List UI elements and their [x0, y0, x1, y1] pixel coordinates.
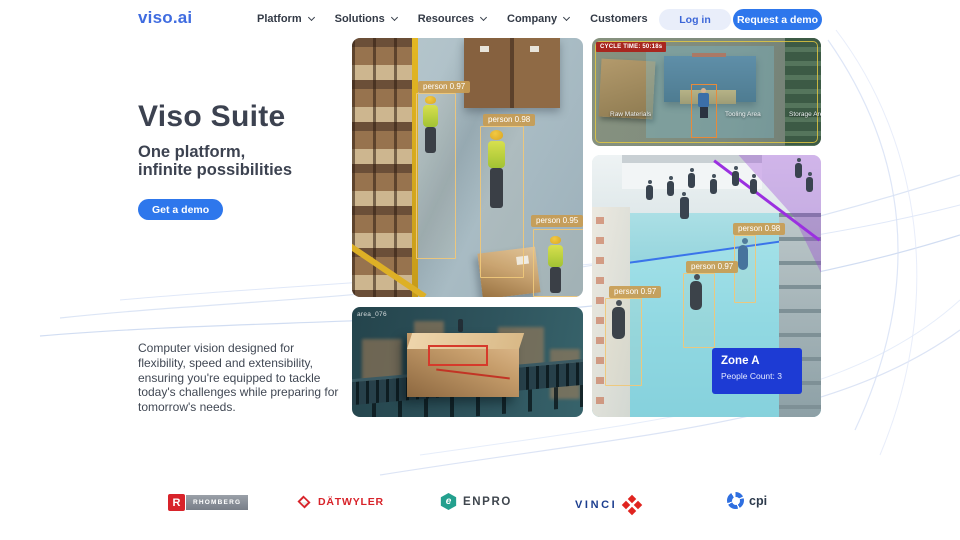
detection-label: person 0.95	[531, 215, 583, 227]
box-label	[530, 46, 539, 52]
zone-label: Raw Materials	[610, 111, 651, 118]
detection-label: person 0.98	[733, 223, 785, 235]
product-image-collage: person 0.97 person 0.98 person 0.95 area…	[352, 38, 822, 417]
storage-racks	[785, 38, 821, 146]
torso	[698, 93, 709, 107]
legs	[700, 107, 708, 118]
shopper-figure	[806, 177, 813, 192]
shopper-figure	[667, 181, 674, 196]
detection-bounding-box	[480, 126, 524, 278]
vinci-wordmark: VINCI	[575, 499, 617, 511]
worker-figure	[458, 319, 463, 332]
nav-item-solutions[interactable]: Solutions	[335, 13, 397, 25]
detection-bounding-box	[683, 273, 715, 348]
detection-label: person 0.97	[686, 261, 738, 273]
detection-bounding-box	[605, 298, 642, 386]
cpi-icon	[727, 492, 744, 509]
enpro-icon: e	[440, 493, 457, 510]
detection-bounding-box	[416, 93, 456, 259]
conveyor-inspection-image: area_076	[352, 307, 583, 417]
camera-id-label: area_076	[357, 311, 387, 318]
cpi-wordmark: cpi	[749, 494, 767, 508]
rhomberg-wordmark: RHOMBERG	[186, 495, 248, 510]
logo-vinci: VINCI	[575, 496, 641, 514]
chevron-down-icon	[563, 14, 570, 21]
brand-logo[interactable]: viso.ai	[138, 8, 192, 28]
rhomberg-icon: R	[168, 494, 185, 511]
customer-logos-row: R RHOMBERG DÄTWYLER e ENPRO VINCI cpi	[0, 486, 960, 520]
datwyler-icon	[297, 495, 310, 508]
zone-label: Storage Area	[789, 111, 821, 118]
shopper-figure	[680, 197, 689, 219]
retail-people-counting-image: person 0.98 person 0.97 person 0.97 Zone…	[592, 155, 821, 417]
shopper-figure	[646, 185, 653, 200]
chevron-down-icon	[480, 14, 487, 21]
shopper-figure	[795, 163, 802, 178]
hero-subtitle-line2: infinite possibilities	[138, 161, 292, 179]
shopper-figure	[750, 179, 757, 194]
vinci-icon	[623, 496, 641, 514]
logo-datwyler: DÄTWYLER	[299, 496, 384, 508]
logo-enpro: e ENPRO	[440, 493, 512, 510]
box-label	[480, 46, 489, 52]
nav-label: Company	[507, 13, 557, 25]
nav-item-company[interactable]: Company	[507, 13, 569, 25]
nav-label: Solutions	[335, 13, 385, 25]
get-a-demo-button[interactable]: Get a demo	[138, 199, 223, 220]
nav-item-platform[interactable]: Platform	[257, 13, 314, 25]
zone-count-panel: Zone A People Count: 3	[712, 348, 802, 394]
login-button[interactable]: Log in	[659, 9, 731, 30]
top-navigation-bar: viso.ai Platform Solutions Resources Com…	[0, 0, 960, 38]
warehouse-shelving	[352, 38, 414, 297]
request-demo-button[interactable]: Request a demo	[733, 9, 822, 30]
zone-label: Tooling Area	[725, 111, 761, 118]
nav-label: Resources	[418, 13, 474, 25]
worker-figure	[698, 88, 709, 118]
warehouse-detection-image: person 0.97 person 0.98 person 0.95	[352, 38, 583, 297]
factory-zones-image: CYCLE TIME: 50:18s Raw Materials Tooling…	[592, 38, 821, 146]
zone-title: Zone A	[721, 355, 793, 368]
shopper-figure	[710, 179, 717, 194]
detection-label: person 0.97	[418, 81, 470, 93]
shopper-figure	[688, 173, 695, 188]
nav-label: Platform	[257, 13, 302, 25]
detection-bounding-box	[533, 229, 583, 297]
chevron-down-icon	[308, 14, 315, 21]
nav-item-customers[interactable]: Customers	[590, 13, 647, 25]
detection-label: person 0.97	[609, 286, 661, 298]
cardboard-boxes	[464, 38, 560, 108]
cycle-time-badge: CYCLE TIME: 50:18s	[596, 42, 666, 52]
enpro-wordmark: ENPRO	[463, 496, 512, 508]
hero-description: Computer vision designed for flexibility…	[138, 341, 344, 415]
detection-label: person 0.98	[483, 114, 535, 126]
main-nav: Platform Solutions Resources Company Cus…	[257, 0, 648, 38]
shopper-figure	[732, 171, 739, 186]
defect-bounding-box	[428, 345, 488, 366]
hero-subtitle-line1: One platform,	[138, 143, 245, 161]
chevron-down-icon	[391, 14, 398, 21]
datwyler-wordmark: DÄTWYLER	[318, 496, 384, 508]
logo-rhomberg: R RHOMBERG	[168, 494, 248, 511]
logo-cpi: cpi	[727, 492, 767, 509]
hero-subtitle: One platform, infinite possibilities	[138, 143, 292, 179]
page-title: Viso Suite	[138, 100, 292, 134]
nav-item-resources[interactable]: Resources	[418, 13, 486, 25]
people-count: People Count: 3	[721, 371, 793, 381]
nav-label: Customers	[590, 13, 647, 25]
hero-section: Viso Suite One platform, infinite possib…	[138, 100, 292, 179]
